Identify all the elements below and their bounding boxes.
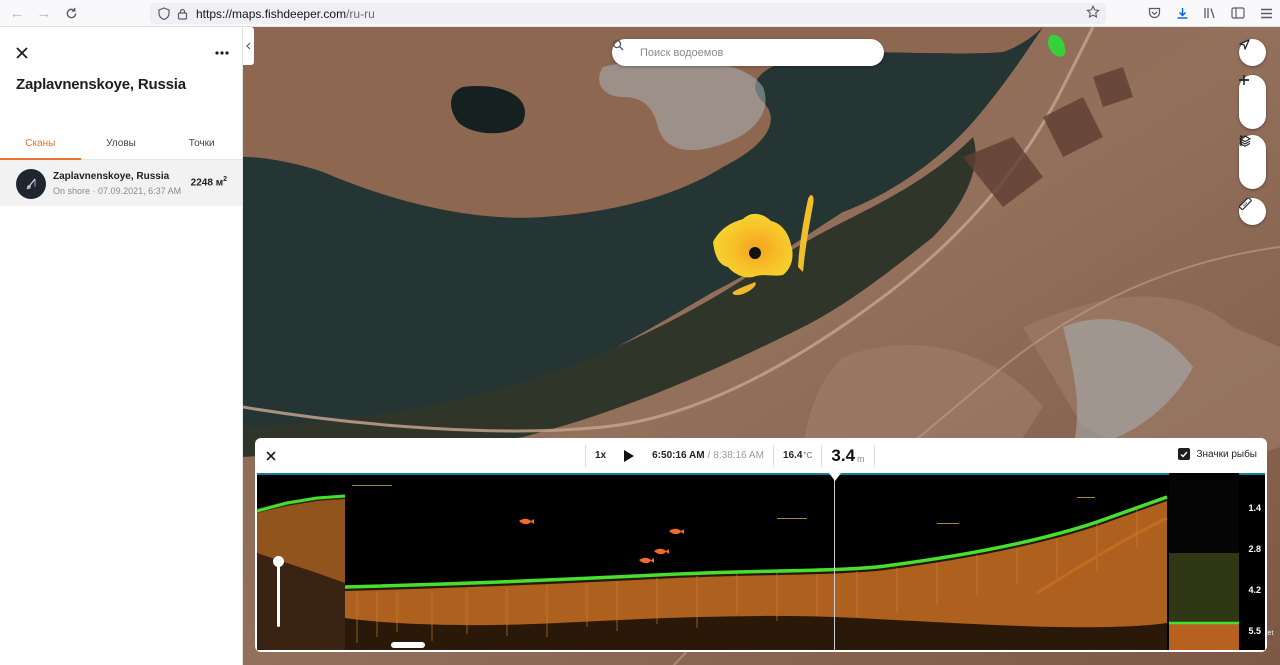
sonar-echogram xyxy=(257,473,1265,650)
tab-scans[interactable]: Сканы xyxy=(0,131,81,160)
scan-mode: On shore xyxy=(53,186,91,196)
search-waters[interactable] xyxy=(612,39,884,66)
url-path: /ru-ru xyxy=(346,6,375,21)
scan-area-value: 2248 м xyxy=(190,177,224,189)
shield-icon[interactable] xyxy=(156,6,172,22)
temperature-unit: °C xyxy=(803,451,813,460)
time-total: 8:38:16 AM xyxy=(713,450,764,461)
locate-button[interactable] xyxy=(1239,39,1266,66)
scan-name: Zaplavnenskoye, Russia xyxy=(53,171,170,182)
checkmark-icon xyxy=(1180,451,1188,458)
library-icon[interactable] xyxy=(1200,3,1220,23)
depth-tick: 2.8 xyxy=(1248,544,1261,554)
play-icon xyxy=(624,449,635,462)
sonar-chart[interactable]: 1.4 2.8 4.2 5.5 xyxy=(257,473,1265,650)
pocket-icon[interactable] xyxy=(1144,3,1164,23)
sonar-playback-panel: 1x 6:50:16 AM / 8:38:16 AM 16.4°C 3.4m xyxy=(255,438,1267,652)
close-sonar-button[interactable] xyxy=(261,446,281,466)
fish-icons-toggle[interactable]: Значки рыбы xyxy=(1178,448,1257,460)
search-input[interactable] xyxy=(640,46,860,59)
play-button[interactable] xyxy=(615,438,643,473)
sonar-toolbar: 1x 6:50:16 AM / 8:38:16 AM 16.4°C 3.4m xyxy=(255,438,1267,473)
speed-button[interactable]: 1x xyxy=(586,438,615,473)
layers-info-control xyxy=(1239,135,1266,189)
timeline-scroll-handle[interactable] xyxy=(391,642,425,648)
forward-icon[interactable]: → xyxy=(34,3,54,23)
close-icon xyxy=(266,451,276,461)
temperature-display: 16.4 °C xyxy=(774,438,821,473)
navigation-arrow-icon xyxy=(1239,39,1250,50)
bookmark-star-icon[interactable] xyxy=(1086,5,1100,22)
collapse-panel-button[interactable] xyxy=(243,27,254,65)
gain-slider-handle[interactable] xyxy=(273,556,284,567)
close-icon xyxy=(16,47,28,59)
speed-label: 1x xyxy=(595,450,607,461)
back-icon[interactable]: ← xyxy=(7,3,27,23)
downloads-icon[interactable] xyxy=(1172,3,1192,23)
info-button[interactable] xyxy=(1239,135,1266,189)
search-icon xyxy=(612,39,634,60)
side-panel: Zaplavnenskoye, Russia Сканы Уловы Точки… xyxy=(0,27,243,665)
scan-list-item[interactable]: Zaplavnenskoye, Russia On shore · 07.09.… xyxy=(0,160,242,206)
depth-tick: 4.2 xyxy=(1248,585,1261,595)
zoom-control xyxy=(1239,75,1266,129)
playbar-divider xyxy=(873,444,875,467)
measure-button[interactable] xyxy=(1239,198,1266,225)
browser-toolbar: ← → https://maps.fishdeeper.com/ru-ru xyxy=(0,0,1280,27)
ruler-icon xyxy=(1239,198,1252,211)
time-display: 6:50:16 AM / 8:38:16 AM xyxy=(643,438,773,473)
tab-points[interactable]: Точки xyxy=(161,131,242,159)
close-panel-button[interactable] xyxy=(12,43,32,63)
info-icon xyxy=(1239,135,1243,146)
time-separator: / xyxy=(707,450,711,461)
scan-datetime: 07.09.2021, 6:37 AM xyxy=(98,186,182,196)
more-dots-icon xyxy=(215,51,229,55)
ruler-control xyxy=(1239,198,1266,225)
depth-scale: 1.4 2.8 4.2 5.5 xyxy=(1237,473,1265,650)
scan-area-unit-sup: 2 xyxy=(223,176,227,183)
reload-icon[interactable] xyxy=(61,3,81,23)
playback-cursor-marker[interactable] xyxy=(829,473,841,481)
temperature-value: 16.4 xyxy=(782,450,803,461)
depth-tick: 5.5 xyxy=(1248,626,1261,636)
scan-meta: On shore · 07.09.2021, 6:37 AM xyxy=(53,186,181,196)
depth-unit: m xyxy=(857,453,865,464)
url-text: https://maps.fishdeeper.com/ru-ru xyxy=(196,7,375,21)
url-host: https://maps.fishdeeper.com xyxy=(196,6,347,21)
address-bar[interactable]: https://maps.fishdeeper.com/ru-ru xyxy=(150,3,1106,24)
chevron-left-icon xyxy=(246,42,251,50)
depth-value: 3.4 xyxy=(831,445,856,465)
locate-control xyxy=(1239,39,1266,66)
fishing-rod-icon xyxy=(26,178,36,190)
gain-slider-track[interactable] xyxy=(277,561,280,627)
playback-cursor-line[interactable] xyxy=(834,473,835,650)
sidebar-toggle-icon[interactable] xyxy=(1228,3,1248,23)
depth-tick: 1.4 xyxy=(1248,503,1261,513)
scan-area: 2248 м2 xyxy=(191,176,227,188)
menu-icon[interactable] xyxy=(1256,3,1276,23)
panel-title: Zaplavnenskoye, Russia xyxy=(16,76,186,93)
minus-icon xyxy=(1239,79,1249,81)
fish-icons-label: Значки рыбы xyxy=(1196,448,1257,460)
zoom-out-button[interactable] xyxy=(1239,79,1266,129)
lock-icon[interactable] xyxy=(174,6,190,22)
panel-tabs: Сканы Уловы Точки xyxy=(0,131,242,160)
map-attribution[interactable]: let xyxy=(1266,630,1273,637)
playback-bar: 1x 6:50:16 AM / 8:38:16 AM 16.4 °C 3.4 m xyxy=(585,438,875,473)
tab-catches[interactable]: Уловы xyxy=(81,131,162,159)
depth-display: 3.4 m xyxy=(822,438,874,473)
time-current: 6:50:16 AM xyxy=(652,450,705,461)
layers-button[interactable] xyxy=(1239,135,1266,162)
fish-icons-checkbox[interactable] xyxy=(1178,448,1191,460)
more-options-button[interactable] xyxy=(211,43,233,63)
fish-markers xyxy=(519,518,684,564)
scan-type-avatar xyxy=(16,169,46,199)
